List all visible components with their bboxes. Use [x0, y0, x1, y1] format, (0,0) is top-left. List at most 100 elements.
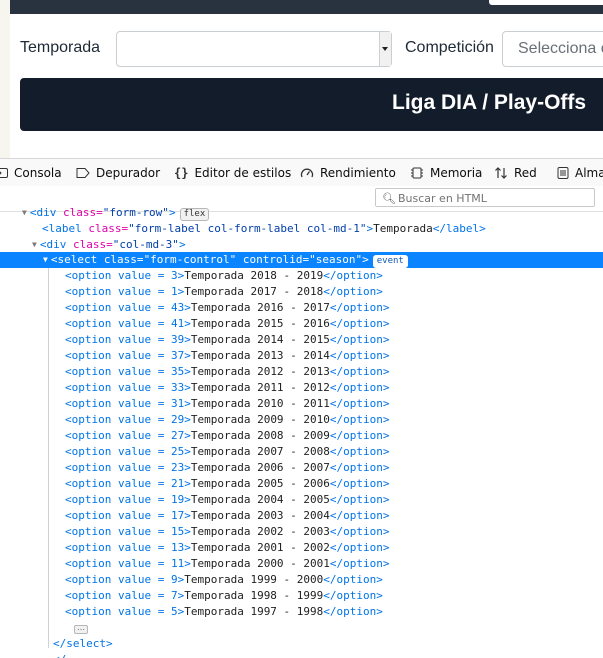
tab-console[interactable]: Consola — [0, 159, 62, 187]
tree-node-option[interactable]: <option value = 37>Temporada 2013 - 2014… — [65, 348, 390, 364]
tree-node-option[interactable]: <option value = 9>Temporada 1999 - 2000<… — [65, 572, 383, 588]
competition-select[interactable]: Selecciona c — [502, 31, 603, 67]
tab-label: Consola — [14, 166, 62, 180]
tree-node-option[interactable]: <option value = 35>Temporada 2012 - 2013… — [65, 364, 390, 380]
option-open-tag: <option value = 3> — [65, 269, 185, 282]
option-close-tag: </option> — [329, 525, 390, 538]
navbar-input-fragment[interactable] — [489, 0, 603, 5]
option-open-tag: <option value = 43> — [65, 301, 191, 314]
tab-label: Memoria — [430, 166, 483, 180]
option-close-tag: </option> — [323, 269, 383, 282]
tree-node-option[interactable]: <option value = 29>Temporada 2009 - 2010… — [65, 412, 390, 428]
tab-storage[interactable]: Alma — [557, 159, 603, 187]
tree-node-option[interactable]: <option value = 1>Temporada 2017 - 2018<… — [65, 284, 383, 300]
option-close-tag: </option> — [323, 285, 383, 298]
tree-node-option[interactable]: <option value = 11>Temporada 2000 - 2001… — [65, 556, 390, 572]
tree-node-label[interactable]: <label class="form-label col-form-label … — [42, 221, 486, 237]
tree-node-option[interactable]: <option value = 33>Temporada 2011 - 2012… — [65, 380, 390, 396]
tree-node-option[interactable]: <option value = 25>Temporada 2007 - 2008… — [65, 444, 390, 460]
option-close-tag: </option> — [329, 365, 390, 378]
attr-name: controlid= — [236, 253, 310, 266]
tab-network[interactable]: Red — [494, 159, 537, 187]
tree-node-option[interactable]: <option value = 15>Temporada 2002 - 2003… — [65, 524, 390, 540]
option-open-tag: <option value = 5> — [65, 605, 185, 618]
tab-label: Red — [514, 166, 537, 180]
option-text: Temporada 2010 - 2011 — [190, 397, 330, 410]
tree-node-select-selected[interactable]: ▼ <select class="form-control" controlid=… — [0, 252, 603, 268]
tag-name: <select — [50, 253, 104, 266]
option-open-tag: <option value = 25> — [65, 445, 191, 458]
select-arrow-icon[interactable] — [379, 32, 391, 66]
twisty-expanded-icon[interactable]: ▼ — [43, 252, 48, 268]
tab-style-editor[interactable]: {} Editor de estilos — [174, 159, 291, 187]
option-close-tag: </option> — [329, 397, 390, 410]
option-text: Temporada 2017 - 2018 — [184, 285, 324, 298]
tree-node-option[interactable]: <option value = 7>Temporada 1998 - 1999<… — [65, 588, 383, 604]
tree-node-option[interactable]: <option value = 19>Temporada 2004 - 2005… — [65, 492, 390, 508]
debugger-icon — [76, 168, 90, 178]
tag-close: > — [168, 206, 176, 219]
option-open-tag: <option value = 37> — [65, 349, 191, 362]
tab-label: Alma — [575, 166, 603, 180]
top-navbar-strip — [10, 0, 603, 14]
tree-node-option[interactable]: <option value = 17>Temporada 2003 - 2004… — [65, 508, 390, 524]
tab-memory[interactable]: Memoria — [410, 159, 482, 187]
tab-performance[interactable]: Rendimiento — [300, 159, 396, 187]
option-open-tag: <option value = 27> — [65, 429, 191, 442]
tree-node-option[interactable]: <option value = 43>Temporada 2016 - 2017… — [65, 300, 390, 316]
tree-node-partial[interactable]: </ — [53, 652, 66, 658]
tree-node-col-div[interactable]: ▼ <div class="col-md-3"> — [32, 237, 186, 253]
tree-node-option[interactable]: <option value = 23>Temporada 2006 - 2007… — [65, 460, 390, 476]
console-icon — [0, 168, 8, 178]
option-close-tag: </option> — [329, 541, 390, 554]
option-text: Temporada 2006 - 2007 — [190, 461, 330, 474]
tree-node-option[interactable]: <option value = 21>Temporada 2005 - 2006… — [65, 476, 390, 492]
markup-tree: ▼ <div class="form-row"> flex <label class… — [0, 206, 603, 658]
flex-badge[interactable]: flex — [179, 208, 210, 221]
option-open-tag: <option value = 7> — [65, 589, 185, 602]
option-open-tag: <option value = 41> — [65, 317, 191, 330]
option-text: Temporada 1998 - 1999 — [184, 589, 324, 602]
attr-value: "form-control" — [143, 253, 237, 266]
option-close-tag: </option> — [329, 429, 390, 442]
attr-name: class= — [103, 253, 144, 266]
option-open-tag: <option value = 17> — [65, 509, 191, 522]
option-text: Temporada 2012 - 2013 — [190, 365, 330, 378]
option-text: Temporada 2014 - 2015 — [190, 333, 330, 346]
tree-node-option[interactable]: <option value = 39>Temporada 2014 - 2015… — [65, 332, 390, 348]
twisty-expanded-icon[interactable]: ▼ — [32, 237, 37, 253]
tree-node-select-close[interactable]: </select> — [53, 636, 113, 652]
tree-node-option[interactable]: <option value = 41>Temporada 2015 - 2016… — [65, 316, 390, 332]
competition-banner: Liga DIA / Play-Offs — [20, 78, 603, 131]
tree-node-form-row[interactable]: ▼ <div class="form-row"> flex — [22, 205, 210, 221]
tree-node-option[interactable]: <option value = 13>Temporada 2001 - 2002… — [65, 540, 390, 556]
tag-name: <div — [29, 206, 63, 219]
tree-node-option[interactable]: <option value = 3>Temporada 2018 - 2019<… — [65, 268, 383, 284]
option-text: Temporada 2000 - 2001 — [190, 557, 330, 570]
tree-node-option[interactable]: <option value = 5>Temporada 1997 - 1998<… — [65, 604, 383, 620]
option-text: Temporada 2008 - 2009 — [190, 429, 330, 442]
option-text: Temporada 2004 - 2005 — [190, 493, 330, 506]
tab-label: Depurador — [96, 166, 161, 180]
option-open-tag: <option value = 19> — [65, 493, 191, 506]
option-text: Temporada 2018 - 2019 — [184, 269, 324, 282]
search-html-input[interactable]: 🔍︎ Buscar en HTML — [375, 188, 595, 207]
competition-label: Competición — [405, 39, 494, 56]
option-close-tag: </option> — [329, 509, 390, 522]
attr-name: class= — [88, 222, 129, 235]
option-open-tag: <option value = 33> — [65, 381, 191, 394]
tab-debugger[interactable]: Depurador — [76, 159, 160, 187]
option-close-tag: </option> — [329, 317, 390, 330]
tree-node-option[interactable]: <option value = 31>Temporada 2010 - 2011… — [65, 396, 390, 412]
option-close-tag: </option> — [323, 605, 383, 618]
event-badge[interactable]: event — [372, 255, 408, 268]
more-nodes-icon[interactable]: … — [74, 624, 88, 634]
tab-label: Editor de estilos — [194, 166, 292, 180]
twisty-expanded-icon[interactable]: ▼ — [22, 205, 27, 221]
option-close-tag: </option> — [329, 301, 390, 314]
tree-node-option[interactable]: <option value = 27>Temporada 2008 - 2009… — [65, 428, 390, 444]
season-select[interactable] — [116, 31, 392, 67]
tag-name: <label — [42, 222, 89, 235]
option-text: Temporada 2001 - 2002 — [190, 541, 330, 554]
option-close-tag: </option> — [329, 349, 390, 362]
